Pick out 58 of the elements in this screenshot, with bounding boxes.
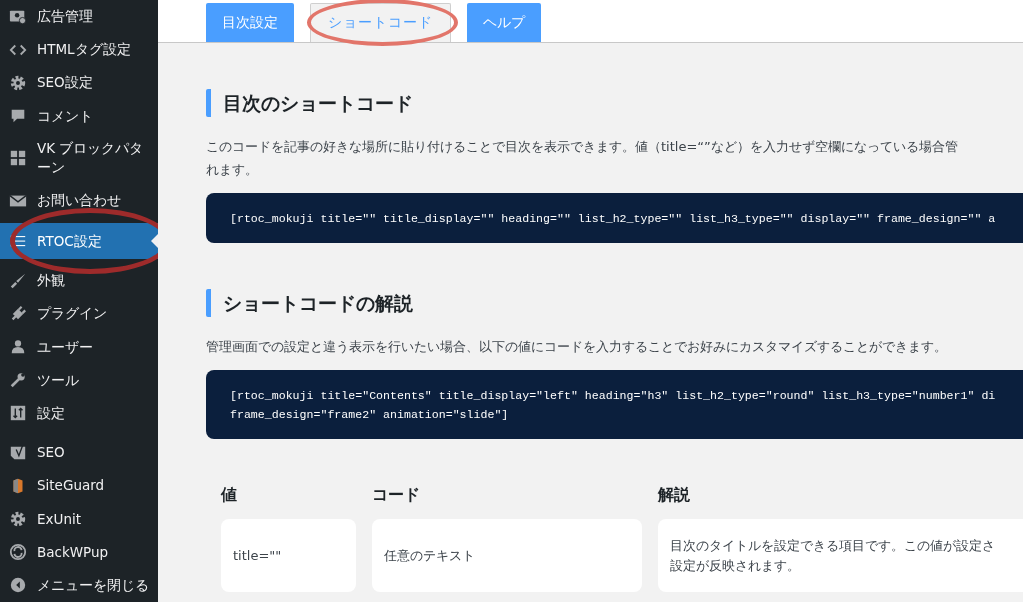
sliders-icon xyxy=(9,404,27,423)
table-cell: 目次のタイトルを設定できる項目です。この値が設定さ 設定が反映されます。 xyxy=(658,519,1023,592)
sync-icon xyxy=(9,543,27,562)
wrench-icon xyxy=(9,371,27,390)
menu-label: ユーザー xyxy=(37,337,93,357)
sidebar-item[interactable]: お問い合わせ xyxy=(0,183,158,218)
menu-label: コメント xyxy=(37,106,93,126)
plug-icon xyxy=(9,304,27,323)
sidebar-item[interactable]: メニューを閉じる xyxy=(0,568,158,602)
settings-icon xyxy=(9,510,27,529)
column-header: 解説 xyxy=(658,484,691,506)
sidebar-item[interactable]: ExUnit xyxy=(0,502,158,536)
sidebar-item[interactable]: VK ブロックパターン xyxy=(0,132,158,184)
menu-label: ツール xyxy=(37,370,79,390)
description-text: れます。 xyxy=(206,161,258,179)
shortcode-text: [rtoc_mokuji title="Contents" title_display="left" heading="h3" list_h2_type="round" list_h3_type="number1" di xyxy=(230,388,996,404)
sidebar-item[interactable]: 外観 xyxy=(0,264,158,298)
menu-label: 外観 xyxy=(37,271,65,291)
sidebar-item[interactable]: HTMLタグ設定 xyxy=(0,33,158,67)
sidebar-item[interactable]: SiteGuard xyxy=(0,469,158,503)
table-cell: title="" xyxy=(221,519,356,592)
sidebar-item[interactable]: ツール xyxy=(0,363,158,397)
menu-label: お問い合わせ xyxy=(37,191,121,211)
menu-label: メニューを閉じる xyxy=(37,575,149,595)
menu-label: RTOC設定 xyxy=(37,231,102,251)
shield-icon xyxy=(9,443,27,462)
menu-label: SEO xyxy=(37,443,65,463)
menu-label: SiteGuard xyxy=(37,476,105,496)
menu-label: BackWPup xyxy=(37,542,109,562)
sidebar-item[interactable]: RTOC設定 xyxy=(0,223,158,260)
description-text: 管理画面での設定と違う表示を行いたい場合、以下の値にコードを入力することでお好みにカスタマイズすることができます。 xyxy=(206,338,947,356)
settings-icon xyxy=(9,73,27,92)
menu-label: VK ブロックパターン xyxy=(37,139,145,178)
menu-label: SEO設定 xyxy=(37,73,93,93)
sidebar-item[interactable]: プラグイン xyxy=(0,297,158,331)
menu-label: ExUnit xyxy=(37,509,81,529)
column-header: 値 xyxy=(221,484,238,506)
shortcode-text: frame_design="frame2" animation="slide"] xyxy=(230,407,509,423)
menu-label: 広告管理 xyxy=(37,7,93,27)
description-text: このコードを記事の好きな場所に貼り付けることで目次を表示できます。値（title=“”など）を入力せず空欄になっている場合管 xyxy=(206,138,958,156)
table-cell: 任意のテキスト xyxy=(372,519,642,592)
sidebar-item[interactable]: BackWPup xyxy=(0,535,158,569)
grid-icon xyxy=(9,149,27,168)
column-header: コード xyxy=(372,484,421,506)
menu-label: プラグイン xyxy=(37,304,107,324)
brush-icon xyxy=(9,271,27,290)
sidebar-item[interactable]: 設定 xyxy=(0,396,158,431)
menu-label: HTMLタグ設定 xyxy=(37,40,131,60)
sidebar-item[interactable]: コメント xyxy=(0,99,158,133)
sidebar-item[interactable]: ユーザー xyxy=(0,330,158,364)
sidebar-item[interactable]: SEO設定 xyxy=(0,66,158,100)
shortcode-text: [rtoc_mokuji title="" title_display="" heading="" list_h2_type="" list_h3_type="" display="" frame_design="" a xyxy=(230,211,996,227)
menu-label: 設定 xyxy=(37,403,65,423)
section-heading: 目次のショートコード xyxy=(206,89,1023,117)
section-heading: ショートコードの解説 xyxy=(206,289,1023,317)
sidebar-item[interactable]: SEO xyxy=(0,436,158,470)
sidebar-item[interactable]: 広告管理 xyxy=(0,0,158,34)
collapse-icon xyxy=(9,576,27,595)
